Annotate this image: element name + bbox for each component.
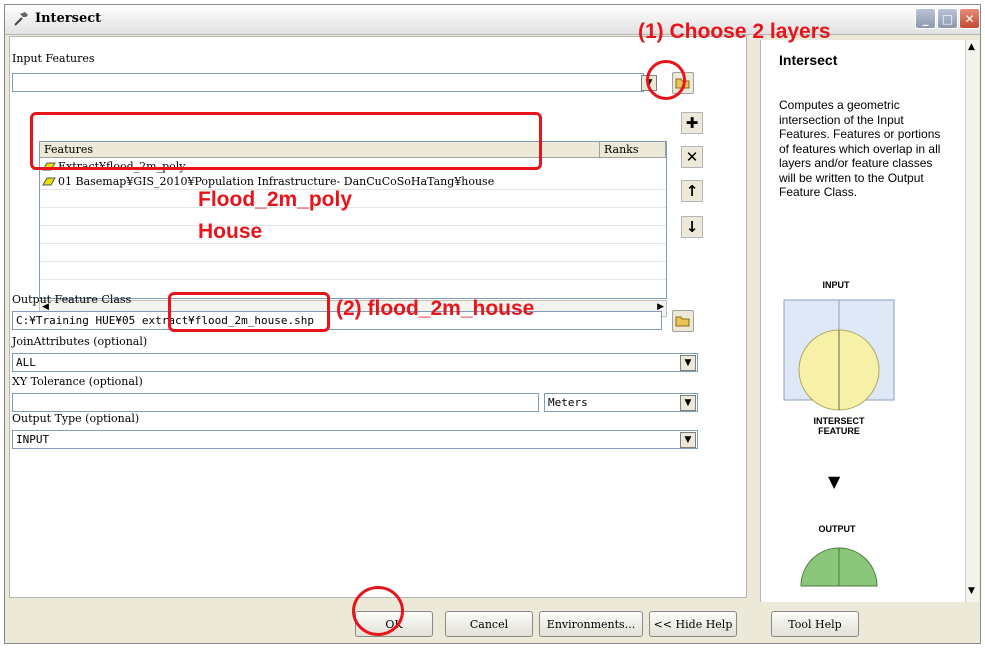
join-attributes-label: JoinAttributes (optional)	[12, 335, 148, 348]
help-description: Computes a geometric intersection of the…	[779, 98, 941, 199]
minimize-button[interactable]: _	[915, 8, 936, 29]
move-up-button[interactable]: ↑	[681, 180, 703, 202]
diagram-output-label: OUTPUT	[818, 524, 856, 534]
row-divider	[40, 261, 666, 262]
xy-unit-dropdown-arrow[interactable]: ▼	[680, 395, 696, 411]
button-bar: OK Cancel Environments... << Hide Help T…	[9, 603, 978, 643]
help-panel: Intersect Computes a geometric intersect…	[760, 40, 979, 602]
diagram-input-label: INPUT	[822, 280, 850, 290]
annotation-layer2: House	[198, 220, 263, 243]
annotation-output-box	[168, 292, 330, 332]
close-button[interactable]: ✕	[959, 8, 980, 29]
window-title: Intersect	[35, 11, 102, 26]
row-divider	[40, 243, 666, 244]
annotation-step1: (1) Choose 2 layers	[638, 20, 831, 43]
maximize-button[interactable]: □	[937, 8, 958, 29]
feature-name: 01 Basemap¥GIS_2010¥Population Infrastru…	[58, 175, 495, 188]
row-divider	[40, 207, 666, 208]
intersect-dialog: Intersect _ □ ✕ Input Features ▼ Feature…	[4, 4, 981, 644]
table-row[interactable]: 01 Basemap¥GIS_2010¥Population Infrastru…	[40, 174, 666, 188]
folder-icon	[675, 316, 690, 327]
scroll-up-icon[interactable]: ▲	[968, 42, 975, 52]
input-features-label: Input Features	[12, 52, 95, 65]
ranks-column-header[interactable]: Ranks	[600, 142, 666, 158]
annotation-ok-circle	[352, 586, 404, 636]
output-type-select[interactable]: INPUT	[12, 430, 698, 449]
cancel-button[interactable]: Cancel	[445, 611, 533, 637]
arrow-down-icon: ▼	[828, 472, 841, 491]
join-attributes-select[interactable]: ALL	[12, 353, 698, 372]
intersect-input-diagram	[783, 299, 895, 411]
output-type-dropdown-arrow[interactable]: ▼	[680, 432, 696, 448]
annotation-layer1: Flood_2m_poly	[198, 188, 353, 211]
row-divider	[40, 189, 666, 190]
intersect-output-diagram	[800, 547, 878, 587]
xy-tolerance-field[interactable]	[12, 393, 539, 412]
environments-button[interactable]: Environments...	[539, 611, 643, 637]
tool-help-button[interactable]: Tool Help	[771, 611, 859, 637]
join-attributes-dropdown-arrow[interactable]: ▼	[680, 355, 696, 371]
help-title: Intersect	[779, 52, 838, 68]
remove-button[interactable]: ✕	[681, 146, 703, 168]
scroll-down-icon[interactable]: ▼	[968, 586, 975, 596]
annotation-step2: (2) flood_2m_house	[336, 297, 535, 320]
hammer-icon	[14, 12, 28, 26]
annotation-features-box	[30, 112, 542, 170]
help-vertical-scrollbar[interactable]: ▲ ▼	[965, 40, 979, 602]
diagram-intersect-label: INTERSECT FEATURE	[813, 416, 865, 436]
add-button[interactable]: ✚	[681, 112, 703, 134]
input-features-combo[interactable]	[12, 73, 644, 92]
hide-help-button[interactable]: << Hide Help	[649, 611, 737, 637]
row-divider	[40, 279, 666, 280]
xy-unit-select[interactable]: Meters	[544, 393, 698, 412]
row-divider	[40, 225, 666, 226]
title-bar[interactable]: Intersect _ □ ✕	[5, 5, 980, 35]
polygon-layer-icon	[42, 177, 56, 186]
move-down-button[interactable]: ↓	[681, 216, 703, 238]
browse-output-button[interactable]	[672, 310, 694, 332]
annotation-dropdown-circle	[646, 60, 686, 100]
output-feature-class-label: Output Feature Class	[12, 293, 132, 306]
output-type-label: Output Type (optional)	[12, 412, 140, 425]
xy-tolerance-label: XY Tolerance (optional)	[12, 375, 143, 388]
